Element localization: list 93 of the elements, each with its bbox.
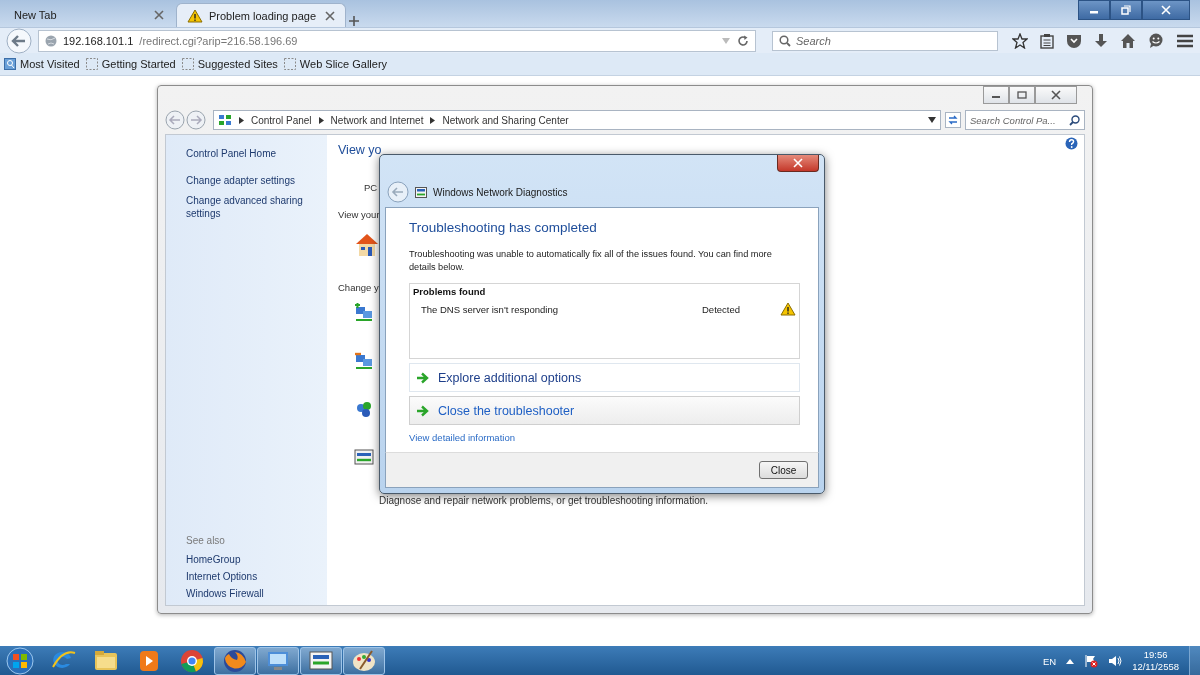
breadcrumb-item[interactable]: Control Panel — [251, 114, 312, 126]
flag-x-icon[interactable] — [1084, 654, 1099, 668]
sidebar-link[interactable]: Internet Options — [186, 571, 327, 582]
breadcrumb-item[interactable]: Network and Internet — [330, 114, 424, 126]
sidebar-link[interactable]: Change advanced sharing settings — [186, 194, 311, 220]
warning-icon — [187, 8, 203, 23]
search-icon — [1069, 114, 1080, 126]
problem-status: Detected — [702, 303, 742, 315]
dialog-heading: Troubleshooting has completed — [409, 220, 598, 235]
download-icon[interactable] — [1094, 32, 1108, 49]
arrow-right-icon — [416, 404, 430, 417]
house-icon — [354, 232, 380, 258]
page-heading: View yo — [338, 143, 382, 157]
arrow-right-icon — [416, 371, 430, 384]
section-label: See also — [186, 535, 226, 546]
triangle-right-icon — [318, 116, 324, 124]
fox-globe-icon — [221, 647, 249, 675]
close-button[interactable]: Close — [759, 461, 808, 479]
network-window-icon — [415, 186, 427, 198]
command-link[interactable]: Close the troubleshooter — [409, 396, 800, 425]
taskbar-button[interactable] — [300, 647, 342, 675]
bookmark-folder-icon — [4, 58, 16, 70]
dialog-title: Windows Network Diagnostics — [433, 186, 568, 198]
pocket-icon[interactable] — [1066, 32, 1082, 49]
show-hidden-icon[interactable] — [1066, 658, 1075, 664]
sidebar-link[interactable]: Windows Firewall — [186, 588, 327, 599]
panel-title: Problems found — [413, 286, 487, 297]
address-bar[interactable]: 192.168.101.1 /redirect.cgi?arip=216.58.196.69 — [38, 29, 756, 52]
browser-tab[interactable]: New Tab — [4, 3, 174, 27]
tab-close-icon[interactable] — [325, 10, 335, 21]
page-placeholder-icon — [283, 58, 296, 70]
taskbar-button[interactable] — [214, 647, 256, 675]
reload-icon[interactable] — [737, 34, 749, 47]
diagnose-window-icon — [354, 447, 374, 467]
bookmark-item[interactable]: Web Slice Gallery — [283, 58, 388, 70]
back-icon[interactable] — [6, 27, 32, 54]
bookmark-item[interactable]: Getting Started — [85, 58, 176, 70]
computer-label: PC — [364, 182, 378, 193]
search-input[interactable]: Search — [796, 34, 991, 47]
dialog-message: Troubleshooting was unable to automatically fix all of the issues found. You can find more details below. — [409, 248, 773, 274]
command-link[interactable]: Explore additional options — [409, 363, 800, 392]
minimize-button[interactable] — [1078, 0, 1110, 20]
minimize-button[interactable] — [983, 86, 1009, 104]
home-icon[interactable] — [1120, 32, 1136, 49]
control-panel-icon — [218, 114, 232, 126]
maximize-icon — [1017, 91, 1027, 99]
bookmark-item[interactable]: Most Visited — [4, 58, 80, 70]
section-label: Change y — [338, 282, 379, 293]
smiley-icon[interactable] — [1148, 32, 1164, 49]
close-button[interactable] — [1142, 0, 1190, 20]
details-link[interactable]: View detailed information — [409, 432, 515, 443]
restore-button[interactable] — [1110, 0, 1142, 20]
browser-tab[interactable]: Problem loading page — [176, 3, 346, 27]
clipboard-icon[interactable] — [1040, 32, 1054, 49]
clock[interactable]: 19:56 12/11/2558 — [1132, 649, 1179, 673]
sidebar-link[interactable]: Change adapter settings — [186, 174, 311, 187]
close-button[interactable] — [777, 155, 819, 172]
dropdown-icon[interactable] — [928, 117, 936, 123]
warning-icon — [780, 302, 796, 316]
globe-icon — [45, 34, 57, 47]
triangle-right-icon — [239, 116, 244, 124]
network-globe-icon — [354, 399, 374, 419]
star-icon[interactable] — [1012, 32, 1028, 49]
network-computers-icon — [354, 303, 374, 323]
sidebar-link[interactable]: Control Panel Home — [186, 147, 311, 160]
section-label: View your — [338, 209, 380, 220]
taskbar-button[interactable] — [343, 647, 385, 675]
close-icon[interactable] — [1051, 90, 1061, 100]
search-field[interactable]: Search Control Pa... — [965, 110, 1085, 130]
page-placeholder-icon — [85, 58, 98, 70]
search-icon — [779, 34, 791, 47]
maximize-button[interactable] — [1009, 86, 1035, 104]
speaker-icon[interactable] — [1108, 655, 1123, 667]
network-computers-icon — [354, 351, 374, 371]
triangle-right-icon — [430, 116, 436, 124]
language-indicator[interactable]: EN — [1042, 655, 1057, 667]
sidebar-link[interactable]: HomeGroup — [186, 554, 327, 565]
tab-close-icon[interactable] — [154, 10, 164, 20]
new-tab-icon[interactable] — [348, 15, 360, 27]
page-placeholder-icon — [181, 58, 194, 70]
task-description: Diagnose and repair network problems, or get troubleshooting information. — [379, 495, 709, 506]
search-field[interactable]: Search — [772, 30, 998, 51]
menu-icon[interactable] — [1176, 32, 1194, 49]
address-bar[interactable]: Control Panel Network and Internet Network and Sharing Center — [213, 110, 941, 130]
chrome-wheel-icon — [178, 647, 206, 675]
breadcrumb-item[interactable]: Network and Sharing Center — [442, 114, 569, 126]
problem-name: The DNS server isn't responding — [421, 303, 559, 315]
restore-icon — [1121, 5, 1131, 15]
close-button[interactable] — [1035, 86, 1077, 104]
taskbar-button[interactable] — [257, 647, 299, 675]
refresh-icon[interactable] — [945, 112, 961, 128]
bookmark-item[interactable]: Suggested Sites — [181, 58, 278, 70]
help-icon[interactable] — [1065, 137, 1078, 150]
